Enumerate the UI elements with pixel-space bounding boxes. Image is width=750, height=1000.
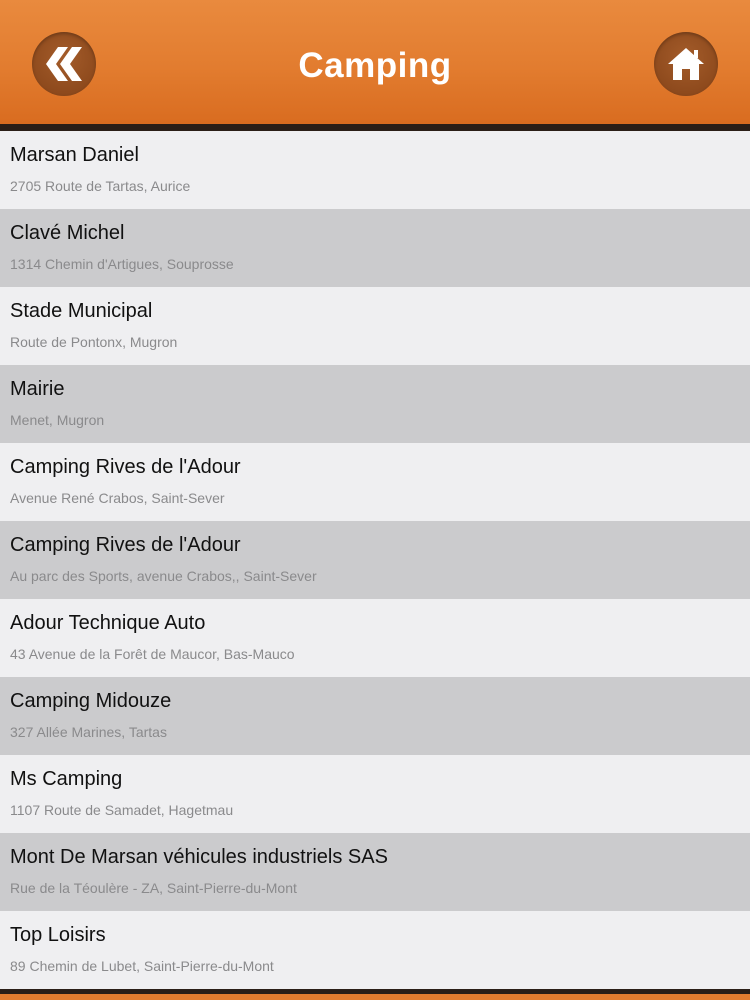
list-item[interactable]: Adour Technique Auto 43 Avenue de la For… — [0, 599, 750, 677]
item-address: Menet, Mugron — [10, 412, 105, 428]
list-item[interactable]: Camping Rives de l'Adour Au parc des Spo… — [0, 521, 750, 599]
item-name: Mairie — [10, 378, 65, 400]
item-address: 2705 Route de Tartas, Aurice — [10, 178, 191, 194]
list-item[interactable]: Clavé Michel 1314 Chemin d'Artigues, Sou… — [0, 209, 750, 287]
list-item[interactable]: Ms Camping 1107 Route de Samadet, Hagetm… — [0, 755, 750, 833]
item-name: Camping Rives de l'Adour — [10, 534, 241, 556]
double-chevron-left-icon — [46, 47, 82, 81]
item-name: Clavé Michel — [10, 222, 125, 244]
item-address: Route de Pontonx, Mugron — [10, 334, 178, 350]
item-name: Top Loisirs — [10, 924, 106, 946]
home-button[interactable] — [654, 32, 718, 96]
list-item[interactable]: Mont De Marsan véhicules industriels SAS… — [0, 833, 750, 911]
list-item[interactable]: Camping Midouze 327 Allée Marines, Tarta… — [0, 677, 750, 755]
item-address: Rue de la Téoulère - ZA, Saint-Pierre-du… — [10, 880, 297, 896]
item-name: Adour Technique Auto — [10, 612, 206, 634]
item-name: Marsan Daniel — [10, 144, 139, 166]
page-title: Camping — [298, 46, 452, 85]
item-address: 89 Chemin de Lubet, Saint-Pierre-du-Mont — [10, 958, 274, 974]
item-address: Au parc des Sports, avenue Crabos,, Sain… — [10, 568, 317, 584]
header-bar: Camping — [0, 0, 750, 124]
item-name: Mont De Marsan véhicules industriels SAS — [10, 846, 388, 868]
home-icon — [668, 48, 704, 80]
item-name: Camping Midouze — [10, 690, 172, 712]
footer-bar — [0, 994, 750, 1000]
item-name: Ms Camping — [10, 768, 123, 790]
list-item[interactable]: Marsan Daniel 2705 Route de Tartas, Auri… — [0, 131, 750, 209]
list-item[interactable]: Camping Rives de l'Adour Avenue René Cra… — [0, 443, 750, 521]
back-button[interactable] — [32, 32, 96, 96]
camping-list: Marsan Daniel 2705 Route de Tartas, Auri… — [0, 131, 750, 989]
item-name: Camping Rives de l'Adour — [10, 456, 241, 478]
list-item[interactable]: Stade Municipal Route de Pontonx, Mugron — [0, 287, 750, 365]
list-item[interactable]: Mairie Menet, Mugron — [0, 365, 750, 443]
item-name: Stade Municipal — [10, 300, 153, 322]
header-divider — [0, 124, 750, 131]
item-address: 1107 Route de Samadet, Hagetmau — [10, 802, 234, 818]
item-address: 327 Allée Marines, Tartas — [10, 724, 167, 740]
item-address: 1314 Chemin d'Artigues, Souprosse — [10, 256, 234, 272]
item-address: 43 Avenue de la Forêt de Maucor, Bas-Mau… — [10, 646, 295, 662]
item-address: Avenue René Crabos, Saint-Sever — [10, 490, 225, 506]
list-item[interactable]: Top Loisirs 89 Chemin de Lubet, Saint-Pi… — [0, 911, 750, 989]
